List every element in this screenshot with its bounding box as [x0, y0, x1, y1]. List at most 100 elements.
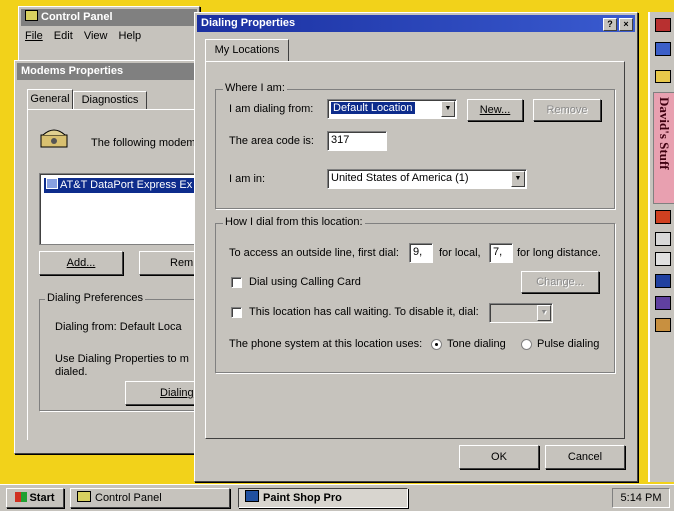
- side-panel-icon[interactable]: [655, 18, 671, 32]
- modems-title: Modems Properties: [21, 65, 124, 77]
- phone-system-label: The phone system at this location uses:: [229, 338, 423, 350]
- ok-label: OK: [491, 451, 507, 463]
- control-panel-title: Control Panel: [41, 11, 113, 23]
- remove-location-label: Remove: [546, 104, 588, 116]
- modem-item-label: AT&T DataPort Express Ex: [60, 179, 193, 191]
- ok-button[interactable]: OK: [459, 445, 539, 469]
- for-local-label: for local,: [439, 247, 481, 259]
- toolbar-icon[interactable]: [655, 210, 671, 224]
- pen-icon[interactable]: [655, 252, 671, 266]
- chevron-down-icon[interactable]: ▼: [537, 305, 551, 321]
- pulse-dialing-radio[interactable]: [521, 339, 532, 350]
- modems-list: AT&T DataPort Express Ex: [39, 173, 216, 245]
- cancel-button[interactable]: Cancel: [545, 445, 625, 469]
- menu-edit[interactable]: Edit: [54, 30, 73, 42]
- close-button[interactable]: ×: [619, 18, 633, 31]
- tab-diagnostics[interactable]: Diagnostics: [73, 91, 147, 109]
- menu-help[interactable]: Help: [119, 30, 142, 42]
- country-value: United States of America (1): [331, 172, 469, 184]
- change-calling-card-button[interactable]: Change...: [521, 271, 599, 293]
- control-panel-icon: [25, 10, 38, 21]
- where-group-label: Where I am:: [223, 82, 287, 94]
- area-code-input[interactable]: 317: [327, 131, 387, 151]
- long-distance-prefix-input[interactable]: 7,: [489, 243, 513, 263]
- i-am-in-label: I am in:: [229, 173, 266, 185]
- use-dialing-text-2: dialed.: [55, 366, 88, 378]
- modem-item-icon: [46, 178, 58, 189]
- area-code-label: The area code is:: [229, 135, 314, 147]
- side-panel-title-strip: David's Stuff: [653, 92, 674, 204]
- modem-phone-icon: [39, 125, 69, 149]
- country-select[interactable]: United States of America (1) ▼: [327, 169, 527, 189]
- dialing-from-text: Dialing from: Default Loca: [55, 321, 182, 333]
- local-prefix-value: 9,: [413, 246, 423, 258]
- new-location-label: New...: [479, 104, 511, 116]
- new-location-button[interactable]: New...: [467, 99, 523, 121]
- local-prefix-input[interactable]: 9,: [409, 243, 433, 263]
- dialing-title: Dialing Properties: [201, 17, 296, 29]
- control-panel-task-label: Control Panel: [95, 492, 162, 504]
- change-calling-card-label: Change...: [536, 276, 584, 288]
- remove-modem-label: Rem: [170, 257, 194, 269]
- call-waiting-select[interactable]: ▼: [489, 303, 553, 323]
- remove-location-button[interactable]: Remove: [533, 99, 601, 121]
- chevron-down-icon[interactable]: ▼: [511, 171, 525, 187]
- tone-dialing-label: Tone dialing: [447, 338, 506, 350]
- how-group-label: How I dial from this location:: [223, 216, 365, 228]
- tab-general-label: General: [30, 93, 70, 105]
- modems-titlebar[interactable]: Modems Properties: [17, 63, 213, 80]
- control-panel-task-icon: [77, 491, 91, 502]
- control-panel-menubar: File Edit View Help: [25, 30, 141, 42]
- tab-my-locations[interactable]: My Locations: [205, 39, 289, 61]
- tab-my-locations-label: My Locations: [214, 44, 280, 56]
- menu-view[interactable]: View: [84, 30, 108, 42]
- side-panel: David's Stuff: [648, 12, 674, 482]
- control-panel-window: Control Panel File Edit View Help: [18, 6, 200, 63]
- control-panel-titlebar[interactable]: Control Panel: [21, 9, 197, 26]
- chevron-down-icon[interactable]: ▼: [441, 101, 455, 117]
- calling-card-checkbox[interactable]: [231, 277, 242, 288]
- tone-dialing-radio[interactable]: [431, 339, 442, 350]
- cancel-label: Cancel: [567, 451, 603, 463]
- pulse-dialing-label: Pulse dialing: [537, 338, 600, 350]
- start-label: Start: [29, 492, 55, 504]
- modems-window: Modems Properties General Diagnostics Th…: [14, 60, 225, 454]
- blue-icon[interactable]: [655, 274, 671, 288]
- add-modem-button[interactable]: Add...: [39, 251, 123, 275]
- paint-shop-pro-icon: [245, 490, 259, 502]
- grid-icon[interactable]: [655, 318, 671, 332]
- tab-general[interactable]: General: [27, 89, 73, 109]
- drive-icon[interactable]: [655, 232, 671, 246]
- dialing-titlebar[interactable]: Dialing Properties ? ×: [197, 15, 635, 32]
- call-waiting-label: This location has call waiting. To disab…: [249, 306, 479, 318]
- folder-icon[interactable]: [655, 70, 671, 83]
- clock[interactable]: 5:14 PM: [621, 492, 662, 504]
- modem-list-item[interactable]: AT&T DataPort Express Ex: [44, 178, 216, 193]
- system-tray: 5:14 PM: [612, 488, 670, 508]
- for-long-distance-label: for long distance.: [517, 247, 601, 259]
- dialing-from-value: Default Location: [331, 102, 415, 114]
- dialing-properties-dialog: Dialing Properties ? × My Locations Wher…: [194, 12, 638, 482]
- modems-intro-text: The following modem: [91, 137, 196, 149]
- start-button[interactable]: Start: [6, 488, 64, 508]
- close-icon: ×: [623, 19, 629, 29]
- side-panel-icon[interactable]: [655, 42, 671, 56]
- call-waiting-checkbox[interactable]: [231, 307, 242, 318]
- help-icon: ?: [607, 19, 613, 29]
- help-button[interactable]: ?: [603, 18, 617, 31]
- tab-diagnostics-label: Diagnostics: [81, 94, 139, 106]
- dialing-properties-label: Dialing: [160, 387, 194, 399]
- dialing-from-select[interactable]: Default Location ▼: [327, 99, 457, 119]
- side-panel-title: David's Stuff: [657, 97, 672, 170]
- paint-shop-pro-label: Paint Shop Pro: [263, 492, 342, 504]
- outside-line-label: To access an outside line, first dial:: [229, 247, 399, 259]
- purple-icon[interactable]: [655, 296, 671, 310]
- menu-file[interactable]: File: [25, 30, 43, 42]
- add-modem-label: Add...: [66, 257, 96, 269]
- calling-card-label: Dial using Calling Card: [249, 276, 361, 288]
- use-dialing-text-1: Use Dialing Properties to m: [55, 353, 189, 365]
- dialing-prefs-label: Dialing Preferences: [45, 292, 145, 304]
- taskbar-paint-shop-pro[interactable]: Paint Shop Pro: [238, 488, 408, 508]
- taskbar-control-panel[interactable]: Control Panel: [70, 488, 230, 508]
- taskbar: Start Control Panel Paint Shop Pro 5:14 …: [0, 484, 674, 511]
